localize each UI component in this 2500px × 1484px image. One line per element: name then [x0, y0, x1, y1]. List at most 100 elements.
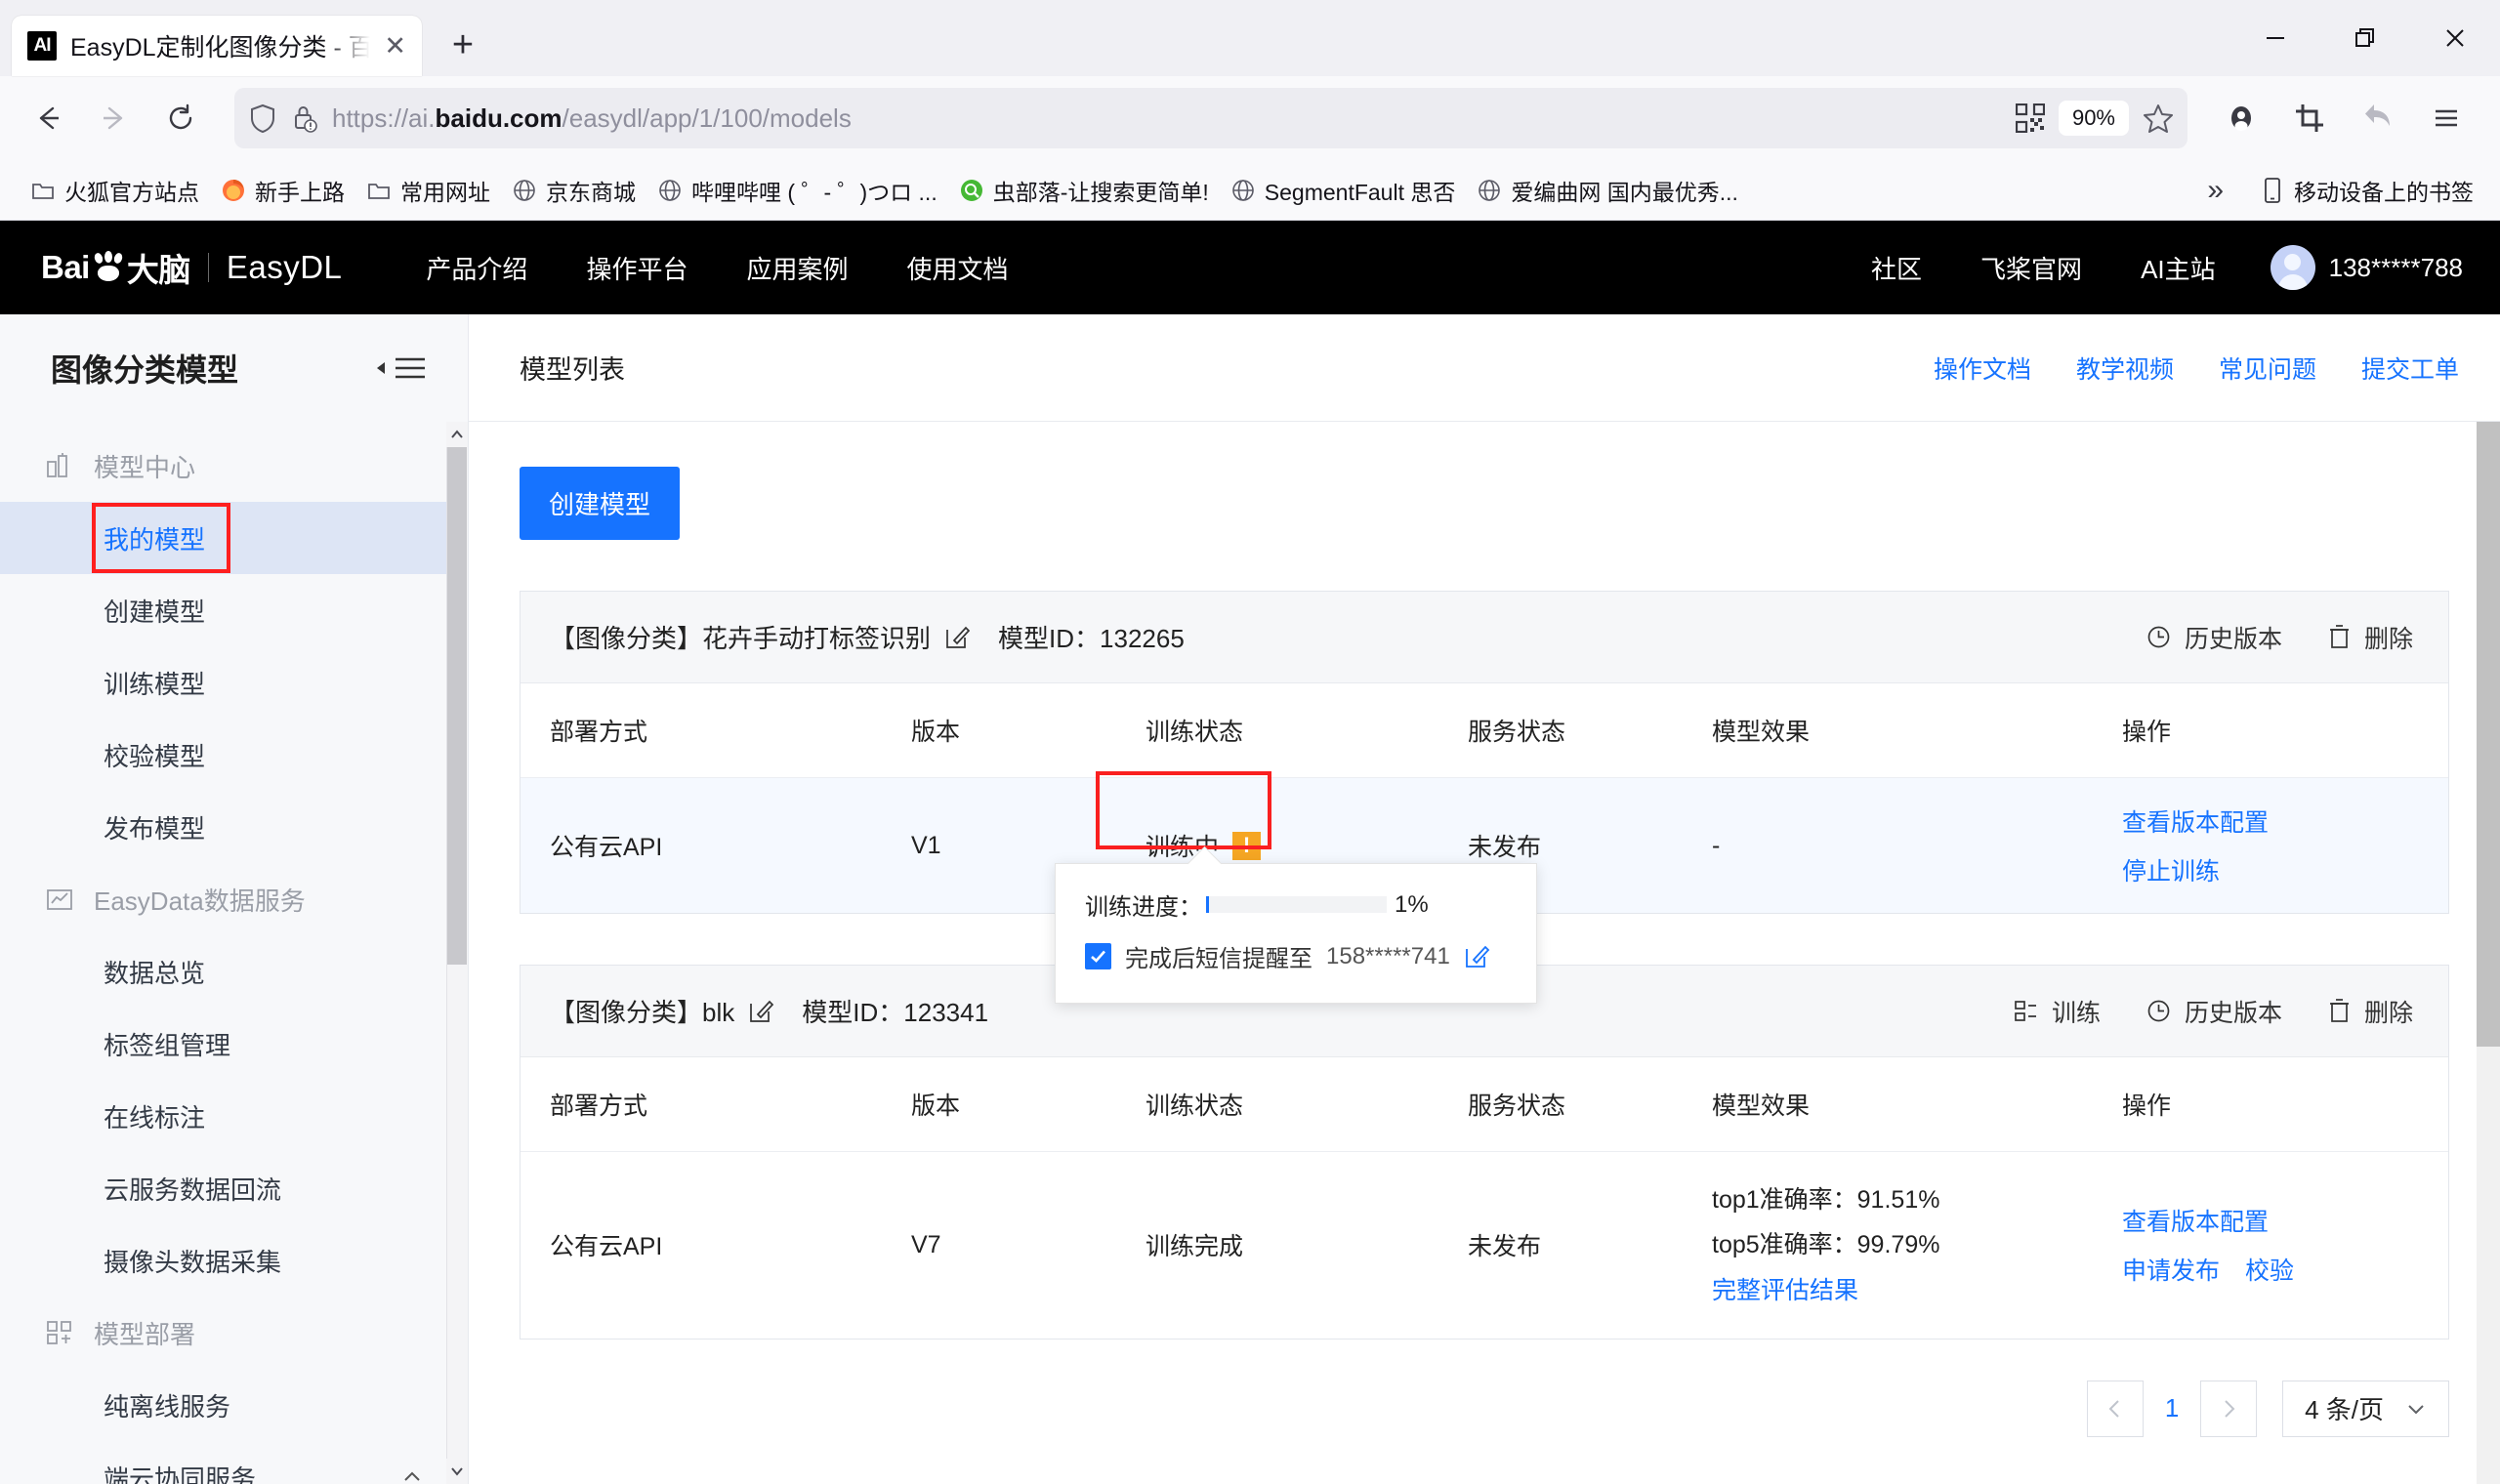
forward-arrow-icon[interactable] [84, 88, 145, 148]
nav-link-docs[interactable]: 使用文档 [877, 250, 1037, 286]
bookmark-star-icon[interactable] [2143, 103, 2174, 134]
shield-icon[interactable] [248, 103, 277, 134]
bookmark-item[interactable]: 虫部落-让搜索更简单! [948, 168, 1220, 213]
sidebar-item-camera-collection[interactable]: 摄像头数据采集 [0, 1224, 468, 1297]
page-scrollbar-thumb[interactable] [2477, 422, 2500, 1047]
stop-training-link[interactable]: 停止训练 [2122, 852, 2220, 887]
bookmark-label: 新手上路 [255, 179, 345, 205]
sidebar-item-online-annotation[interactable]: 在线标注 [0, 1080, 468, 1152]
edit-icon[interactable] [748, 998, 774, 1024]
pagination-prev-button[interactable] [2087, 1380, 2145, 1437]
collapse-menu-icon[interactable] [372, 353, 427, 383]
sidebar-item-validate-model[interactable]: 校验模型 [0, 719, 468, 791]
link-faq[interactable]: 常见问题 [2219, 350, 2316, 386]
train-button[interactable]: 训练 [2013, 994, 2101, 1029]
tab-close-icon[interactable]: ✕ [384, 32, 406, 60]
sidebar-item-my-models[interactable]: 我的模型 [0, 502, 468, 574]
scroll-down-arrow-icon[interactable] [446, 1459, 468, 1484]
browser-tab[interactable]: AI EasyDL定制化图像分类 - 百度A ✕ [12, 16, 422, 76]
sidebar-item-label: 训练模型 [104, 669, 206, 699]
sms-notify-checkbox[interactable] [1085, 943, 1111, 969]
history-versions-button[interactable]: 历史版本 [2146, 620, 2282, 655]
sidebar-item-create-model[interactable]: 创建模型 [0, 574, 468, 646]
sidebar-group-model-center: 模型中心 [0, 430, 468, 502]
sidebar-item-label-group-mgmt[interactable]: 标签组管理 [0, 1008, 468, 1080]
scroll-up-arrow-icon[interactable] [446, 422, 468, 447]
undo-arrow-icon[interactable] [2348, 88, 2408, 148]
model-card-header: 【图像分类】花卉手动打标签识别 模型ID：132265 历史版本 删除 [521, 592, 2448, 683]
qrcode-icon[interactable] [2015, 103, 2045, 133]
sidebar-item-label: 发布模型 [104, 813, 206, 844]
top1-accuracy: top1准确率：91.51% [1712, 1186, 1940, 1214]
delete-button[interactable]: 删除 [2327, 994, 2413, 1029]
nav-link-ai-home[interactable]: AI主站 [2111, 250, 2245, 286]
sidebar-item-label: 端云协同服务 [104, 1463, 257, 1484]
page-scrollbar-track[interactable] [2477, 422, 2500, 1484]
bookmark-item[interactable]: SegmentFault 思否 [1220, 168, 1467, 213]
reload-icon[interactable] [150, 88, 211, 148]
table-header: 部署方式 版本 训练状态 服务状态 模型效果 操作 [521, 683, 2448, 778]
view-version-config-link[interactable]: 查看版本配置 [2122, 804, 2269, 839]
full-eval-result-link[interactable]: 完整评估结果 [1712, 1277, 1858, 1304]
sidebar-item-publish-model[interactable]: 发布模型 [0, 791, 468, 863]
nav-link-community[interactable]: 社区 [1842, 250, 1951, 286]
validate-link[interactable]: 校验 [2245, 1252, 2294, 1287]
content-header-links: 操作文档 教学视频 常见问题 提交工单 [1934, 350, 2459, 386]
cell-train-status: 训练完成 [1146, 1233, 1244, 1261]
sidebar-group-label: 模型部署 [94, 1319, 196, 1349]
bookmark-item[interactable]: 爱编曲网 国内最优秀... [1466, 168, 1749, 213]
sidebar-item-offline-service[interactable]: 纯离线服务 [0, 1369, 468, 1441]
new-tab-button[interactable]: + [436, 18, 490, 72]
apply-publish-link[interactable]: 申请发布 [2122, 1252, 2220, 1287]
sidebar-scrollbar-track[interactable] [446, 422, 468, 1484]
globe-icon [1230, 178, 1256, 203]
link-operation-docs[interactable]: 操作文档 [1934, 350, 2031, 386]
sidebar-item-train-model[interactable]: 训练模型 [0, 646, 468, 719]
create-model-button[interactable]: 创建模型 [520, 467, 681, 540]
pagination-current-page[interactable]: 1 [2144, 1393, 2200, 1423]
nav-link-product[interactable]: 产品介绍 [396, 250, 557, 286]
bookmark-item[interactable]: 京东商城 [501, 168, 646, 213]
zoom-level-indicator[interactable]: 90% [2058, 101, 2129, 136]
edit-icon[interactable] [944, 624, 971, 650]
window-close-icon[interactable] [2410, 0, 2500, 76]
history-versions-button[interactable]: 历史版本 [2146, 994, 2282, 1029]
link-submit-ticket[interactable]: 提交工单 [2361, 350, 2459, 386]
view-version-config-link[interactable]: 查看版本配置 [2122, 1203, 2269, 1238]
window-maximize-icon[interactable] [2320, 0, 2410, 76]
brand-logo[interactable]: Bai 大脑 EasyDL [41, 244, 342, 291]
user-account[interactable]: 138*****788 [2245, 245, 2463, 290]
window-minimize-icon[interactable] [2230, 0, 2320, 76]
hamburger-menu-icon[interactable] [2416, 88, 2477, 148]
model-versions-table: 部署方式 版本 训练状态 服务状态 模型效果 操作 公有 [521, 1057, 2448, 1339]
page-size-select[interactable]: 4 条/页 [2282, 1380, 2449, 1437]
sidebar-item-data-overview[interactable]: 数据总览 [0, 935, 468, 1008]
nav-link-cases[interactable]: 应用案例 [717, 250, 877, 286]
model-id: 模型ID：132265 [998, 624, 1185, 653]
url-text[interactable]: https://ai.baidu.com/easydl/app/1/100/mo… [332, 103, 2002, 134]
crop-screenshot-icon[interactable] [2279, 88, 2340, 148]
bookmark-item[interactable]: 哔哩哔哩 ( ゜- ゜)つロ ... [646, 168, 948, 213]
mobile-bookmarks-item[interactable]: 移动设备上的书签 [2249, 168, 2484, 213]
pagination-next-button[interactable] [2200, 1380, 2258, 1437]
operations-links: 查看版本配置 申请发布 校验 [2122, 1203, 2448, 1287]
sidebar-item-edge-cloud-service[interactable]: 端云协同服务 [0, 1441, 468, 1484]
bookmarks-overflow-icon[interactable]: » [2186, 174, 2245, 207]
bookmark-item[interactable]: 火狐官方站点 [20, 168, 210, 213]
lock-warning-icon[interactable] [291, 103, 318, 134]
bookmark-item[interactable]: 常用网址 [355, 168, 501, 213]
back-arrow-icon[interactable] [18, 88, 78, 148]
sidebar-scrollbar-thumb[interactable] [447, 447, 467, 965]
bookmark-item[interactable]: 新手上路 [210, 168, 355, 213]
account-icon[interactable] [2211, 88, 2271, 148]
nav-link-paddle[interactable]: 飞桨官网 [1951, 250, 2111, 286]
action-label: 删除 [2363, 625, 2413, 653]
url-bar[interactable]: https://ai.baidu.com/easydl/app/1/100/mo… [234, 88, 2188, 148]
delete-button[interactable]: 删除 [2327, 620, 2413, 655]
page-size-label: 4 条/页 [2305, 1395, 2384, 1425]
progress-bar-fill [1206, 896, 1209, 913]
nav-link-platform[interactable]: 操作平台 [557, 250, 717, 286]
sidebar-item-cloud-data-return[interactable]: 云服务数据回流 [0, 1152, 468, 1224]
edit-icon[interactable] [1464, 943, 1490, 969]
link-tutorial-video[interactable]: 教学视频 [2076, 350, 2174, 386]
